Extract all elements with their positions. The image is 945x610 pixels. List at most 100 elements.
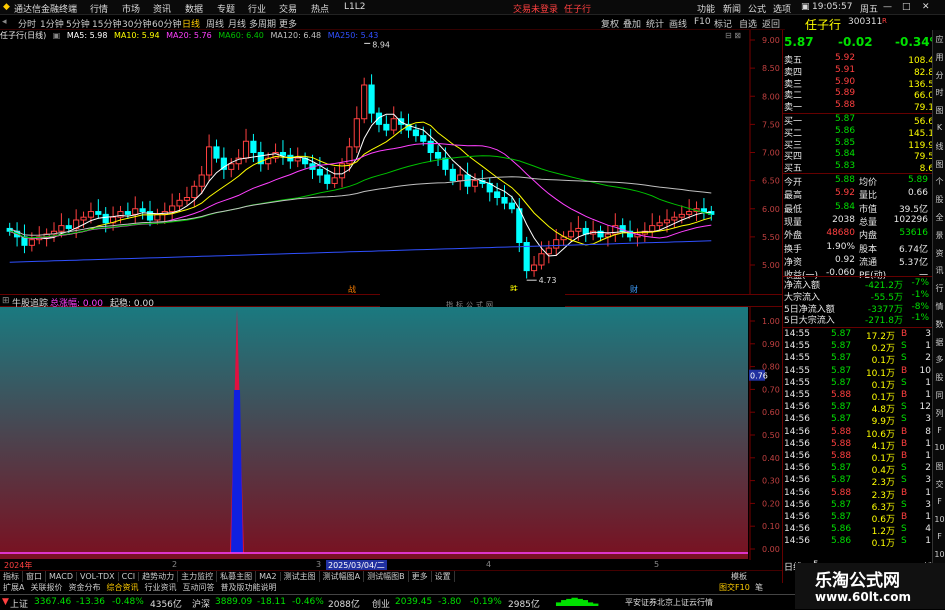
sidebar-char[interactable]: 行 [934,283,945,294]
maximize-icon[interactable]: □ [902,2,911,12]
sidebar-char[interactable]: 用 [934,52,945,63]
sidebar-char[interactable]: 同 [934,390,945,401]
tab-zhibiao[interactable]: 指标 [0,571,23,582]
period-15min[interactable]: 15分钟 [92,17,121,30]
login-status[interactable]: 交易未登录 [513,2,558,15]
sidebar-char[interactable]: 列 [934,408,945,419]
tab-cci[interactable]: CCI [119,572,140,581]
period-weekly[interactable]: 周线 [206,17,224,30]
sidebar-char[interactable]: F [934,532,945,541]
ma-setting-icon[interactable]: ▣ [53,31,61,40]
tab-hangye[interactable]: 行业资讯 [141,582,179,593]
tab-tujiao-f10[interactable]: 图交F10 [716,582,753,593]
menu-xuanxiang[interactable]: 选项 [773,2,791,15]
tool-tongji[interactable]: 统计 [646,17,664,30]
tab-chuangkou[interactable]: 窗口 [23,571,46,582]
tab-vol[interactable]: VOL-TDX [77,572,119,581]
sidebar-char[interactable]: K [934,123,945,132]
tool-fanhui[interactable]: 返回 [762,17,780,30]
sidebar-char[interactable]: 应 [934,34,945,45]
sidebar-char[interactable]: 情 [934,301,945,312]
sidebar-char[interactable]: 数 [934,319,945,330]
period-5min[interactable]: 5分钟 [66,17,90,30]
menu-jiaoyi[interactable]: 交易 [279,2,297,15]
tool-diejia[interactable]: 叠加 [623,17,641,30]
sidebar-char[interactable]: 景 [934,230,945,241]
tool-huaxian[interactable]: 画线 [669,17,687,30]
menu-gongneng[interactable]: 功能 [697,2,715,15]
tab-settings[interactable]: 设置 [432,571,455,582]
sidebar-char[interactable]: 资 [934,248,945,259]
tab-zhuli[interactable]: 主力监控 [178,571,218,582]
chart-option-icons[interactable]: ⊟ ⊠ [725,31,741,40]
close-icon[interactable]: ✕ [922,2,930,12]
minimize-icon[interactable]: — [883,2,892,12]
sidebar-char[interactable]: 个 [934,176,945,187]
period-multi[interactable]: 多周期 [249,17,276,30]
sidebar-char[interactable]: 10 [934,515,945,524]
sidebar-char[interactable]: 10 [934,550,945,559]
menu-zhuanti[interactable]: 专题 [217,2,235,15]
sidebar-char[interactable]: 线 [934,141,945,152]
sidebar-char[interactable]: 10 [934,443,945,452]
period-1min[interactable]: 1分钟 [40,17,64,30]
sidebar-char[interactable]: F [934,426,945,435]
period-daily[interactable]: 日线 [182,17,200,30]
tab-test-b[interactable]: 测试幅图B [364,571,409,582]
tab-test-a[interactable]: 测试幅图A [320,571,365,582]
tool-zixuan[interactable]: 自选 [739,17,757,30]
tab-puji[interactable]: 普及版功能说明 [217,582,279,593]
tool-f10[interactable]: F10 [694,17,711,27]
collapse-icon[interactable]: ◂ [2,17,7,27]
tab-template[interactable]: 模板 [728,571,750,582]
period-more[interactable]: 更多 [279,17,297,30]
sidebar-char[interactable]: 交 [934,479,945,490]
indicator-chart[interactable]: 1.000.900.800.700.600.500.400.300.200.10… [0,307,782,560]
menu-l1l2[interactable]: L1L2 [344,2,365,12]
sh-label[interactable]: 上证 [10,597,28,610]
menu-hangye[interactable]: 行业 [248,2,266,15]
sidebar-char[interactable]: 多 [934,354,945,365]
period-30min[interactable]: 30分钟 [122,17,151,30]
sidebar-char[interactable]: 图 [934,105,945,116]
tab-qushi[interactable]: 趋势动力 [139,571,179,582]
indicator-setting-icon[interactable]: ⊞ [2,296,10,306]
menu-gongshi[interactable]: 公式 [748,2,766,15]
sidebar-char[interactable]: F [934,497,945,506]
sidebar-char[interactable]: 股 [934,372,945,383]
tab-test-main[interactable]: 测试主图 [281,571,320,582]
tab-zijin[interactable]: 资金分布 [65,582,103,593]
tab-hudong[interactable]: 互动问答 [179,582,217,593]
tool-fuquan[interactable]: 复权 [601,17,619,30]
tab-guanlian[interactable]: 关联报价 [27,582,65,593]
period-fenshi[interactable]: 分时 [18,17,36,30]
sidebar-char[interactable]: 图 [934,461,945,472]
period-monthly[interactable]: 月线 [228,17,246,30]
tab-ma2[interactable]: MA2 [256,572,281,581]
tab-macd[interactable]: MACD [46,572,77,581]
menu-hangqing[interactable]: 行情 [90,2,108,15]
tool-biaoji[interactable]: 标记 [714,17,732,30]
menu-redian[interactable]: 热点 [311,2,329,15]
tab-bi[interactable]: 笔 [752,582,766,593]
sidebar-char[interactable]: 分 [934,70,945,81]
tab-zonghe[interactable]: 综合资讯 [103,582,141,593]
sidebar-char[interactable]: 讯 [934,265,945,276]
menu-shuju[interactable]: 数据 [185,2,203,15]
menu-xinwen[interactable]: 新闻 [723,2,741,15]
sidebar-char[interactable]: 股 [934,194,945,205]
sidebar-char[interactable]: 全 [934,212,945,223]
lock-icon[interactable]: ▣ [801,2,810,12]
sidebar-char[interactable]: 时 [934,87,945,98]
menu-shichang[interactable]: 市场 [122,2,140,15]
sidebar-char[interactable]: 图 [934,159,945,170]
tab-more[interactable]: 更多 [409,571,432,582]
cy-label[interactable]: 创业 [372,597,390,610]
tab-ext-a[interactable]: 扩展A [0,582,27,593]
sidebar-char[interactable]: 据 [934,337,945,348]
tab-simu[interactable]: 私募主图 [217,571,257,582]
kline-chart[interactable]: 9.008.508.007.507.006.506.005.505.008.94… [0,30,782,294]
sz-label[interactable]: 沪深 [192,597,210,610]
menu-zixun[interactable]: 资讯 [153,2,171,15]
period-60min[interactable]: 60分钟 [152,17,181,30]
